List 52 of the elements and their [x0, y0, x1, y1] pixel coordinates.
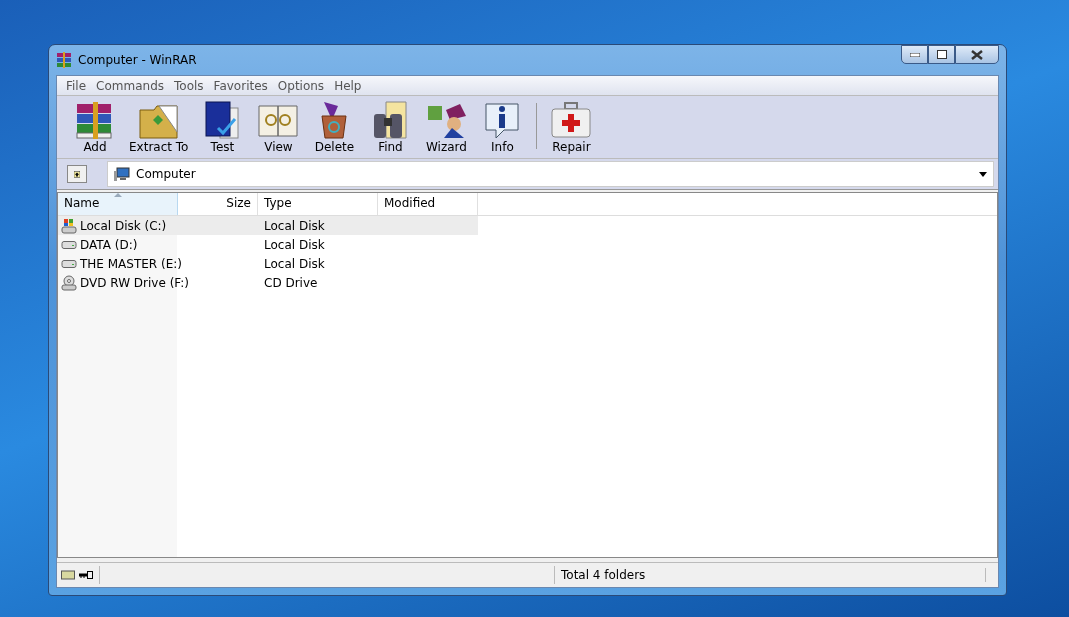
- minimize-icon: [909, 52, 920, 57]
- menu-item[interactable]: Options: [272, 78, 330, 93]
- menu-item[interactable]: Favorites: [208, 78, 273, 93]
- up-folder-button[interactable]: [67, 165, 87, 183]
- minimize-button[interactable]: [901, 45, 928, 64]
- file-row[interactable]: Local Disk (C:) Local Disk: [58, 216, 478, 235]
- toolbar-button[interactable]: Wizard: [418, 100, 475, 154]
- menu-item[interactable]: File: [61, 78, 92, 93]
- drive-icon: [61, 259, 77, 268]
- computer-icon: [114, 167, 130, 181]
- toolbar-button[interactable]: Extract To: [123, 100, 195, 154]
- close-button[interactable]: [955, 45, 999, 64]
- system-drive-icon: [61, 217, 77, 234]
- toolbar-button[interactable]: Repair: [543, 100, 600, 154]
- status-text: Total 4 folders: [555, 568, 986, 582]
- toolbar-button[interactable]: Test: [194, 100, 251, 154]
- menu-item[interactable]: Tools: [169, 78, 209, 93]
- column-header[interactable]: Modified: [378, 193, 478, 215]
- type-cell-text: Local Disk: [263, 218, 326, 233]
- address-field[interactable]: Computer: [107, 161, 994, 187]
- file-row[interactable]: DATA (D:) Local Disk: [58, 235, 478, 254]
- file-row[interactable]: DVD RW Drive (F:) CD Drive: [58, 273, 478, 292]
- file-row[interactable]: THE MASTER (E:) Local Disk: [58, 254, 478, 273]
- cd-drive-icon: [61, 274, 77, 291]
- first-aid-kit-icon: [549, 100, 594, 140]
- toolbar-button[interactable]: Delete: [306, 100, 363, 154]
- type-cell-text: Local Disk: [263, 256, 326, 271]
- toolbar-button[interactable]: Add: [67, 100, 123, 154]
- close-icon: [971, 49, 983, 60]
- drive-name: Local Disk (C:): [80, 218, 167, 233]
- drive-icon: [61, 240, 77, 249]
- toolbar-button[interactable]: Info: [474, 100, 531, 154]
- sort-arrow-icon: [114, 193, 122, 197]
- maximize-button[interactable]: [928, 45, 955, 64]
- type-cell-text: Local Disk: [263, 237, 326, 252]
- toolbar-button[interactable]: View: [250, 100, 307, 154]
- window-title: Computer - WinRAR: [78, 53, 197, 67]
- maximize-icon: [936, 50, 947, 59]
- toolbar-button[interactable]: Find: [362, 100, 419, 154]
- column-header[interactable]: Name: [58, 193, 178, 215]
- column-header[interactable]: Size: [178, 193, 258, 215]
- drive-icon: [61, 570, 75, 580]
- drive-name: DATA (D:): [80, 237, 138, 252]
- drive-name: DVD RW Drive (F:): [80, 275, 189, 290]
- drive-name: THE MASTER (E:): [80, 256, 182, 271]
- column-header[interactable]: Type: [258, 193, 378, 215]
- menu-item[interactable]: Commands: [91, 78, 170, 93]
- key-icon: [79, 571, 93, 579]
- dropdown-arrow-icon: [979, 171, 987, 177]
- type-cell-text: CD Drive: [263, 275, 319, 290]
- menu-item[interactable]: Help: [329, 78, 367, 93]
- app-icon: [56, 52, 72, 68]
